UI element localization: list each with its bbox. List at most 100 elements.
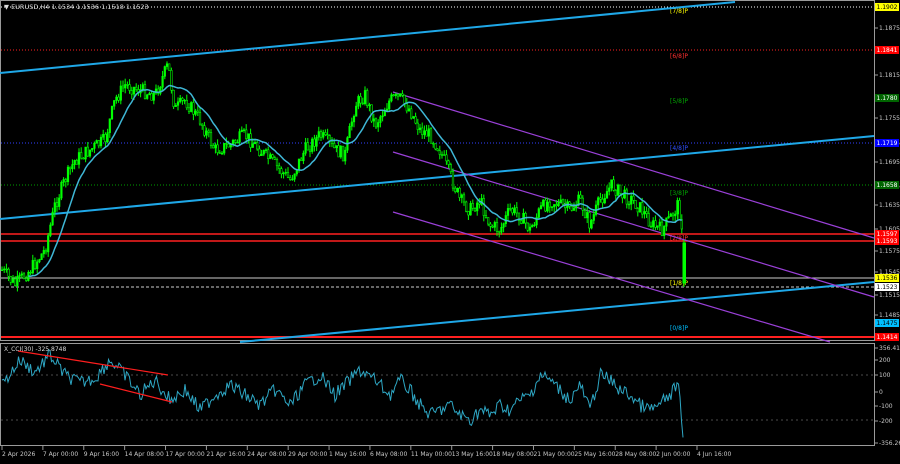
candle-body <box>658 221 661 227</box>
candle-body <box>572 207 576 211</box>
candle-body <box>603 197 606 204</box>
candle-body <box>36 261 39 270</box>
candle-body <box>456 187 459 192</box>
cci-tick-label: -200 <box>879 418 893 425</box>
candle-body <box>654 220 657 228</box>
candle-body <box>187 107 191 112</box>
candle-body <box>293 173 296 180</box>
candle-body <box>99 136 103 147</box>
candle-body <box>533 224 536 227</box>
candle-body <box>161 76 164 88</box>
candle-body <box>313 138 316 147</box>
candle-body <box>223 143 226 154</box>
candle-body <box>88 149 92 157</box>
candle-body <box>253 142 257 145</box>
candle-body <box>104 134 107 143</box>
candle-body <box>66 166 70 183</box>
candle-body <box>649 225 653 228</box>
indicator-header: X_CCI(30) -325.8748 <box>4 346 66 353</box>
candle-body <box>44 250 48 253</box>
candle-body <box>198 111 202 125</box>
candle-body <box>73 160 76 165</box>
candle-body <box>586 212 589 219</box>
time-label: 17 Apr 00:00 <box>166 451 205 458</box>
candle-body <box>366 90 369 107</box>
candle-body <box>462 194 466 203</box>
candle-body <box>671 213 675 217</box>
candle-body <box>97 140 100 147</box>
candle-body <box>242 129 246 132</box>
candle-body <box>143 84 147 99</box>
candle-body <box>192 102 195 115</box>
candle-body <box>484 215 488 218</box>
candle-body <box>295 169 298 175</box>
candle-body <box>599 197 602 200</box>
candle-body <box>381 115 384 118</box>
candle-body <box>113 100 116 107</box>
candle-body <box>632 195 635 201</box>
price-tag-label: 1.1841 <box>877 47 898 54</box>
murrey-label: [3/8]P <box>670 190 688 197</box>
price-tag-label: 1.1536 <box>877 275 898 282</box>
candle-body <box>638 202 642 213</box>
candle-body <box>619 184 622 194</box>
candle-body <box>247 133 250 139</box>
candle-body <box>608 187 611 192</box>
candle-body <box>469 203 472 216</box>
candle-body <box>269 154 272 159</box>
candle-body <box>330 140 334 144</box>
candle-body <box>625 189 628 205</box>
price-chart[interactable]: [7/8]P [6/8]P [5/8]P [4/8]P [3/8]P [2/8]… <box>0 0 900 460</box>
candle-body <box>280 168 283 175</box>
candle-body <box>93 142 96 149</box>
time-label: 14 Apr 08:00 <box>125 451 164 458</box>
candle-body <box>443 154 446 156</box>
candle-body <box>58 197 61 207</box>
candle-body <box>612 179 615 191</box>
candle-body <box>75 160 78 165</box>
candle-body <box>319 131 323 138</box>
candle-body <box>236 142 239 144</box>
candle-body <box>302 152 305 162</box>
candle-body <box>416 122 419 130</box>
candle-body <box>80 152 83 159</box>
candle-body <box>410 108 413 119</box>
price-tick-label: 1.1875 <box>879 25 900 32</box>
candle-body <box>71 164 74 170</box>
chart-window[interactable]: [7/8]P [6/8]P [5/8]P [4/8]P [3/8]P [2/8]… <box>0 0 900 460</box>
price-tag-label: 1.1475 <box>877 320 898 327</box>
candle-body <box>260 153 263 156</box>
cci-tick-label: 200 <box>879 357 891 364</box>
candle-body <box>355 105 358 117</box>
candle-body <box>407 108 411 112</box>
price-tag-label: 1.1902 <box>877 4 898 11</box>
candle-body <box>86 146 89 157</box>
candle-body <box>77 152 81 165</box>
candle-body <box>588 212 591 229</box>
candle-body <box>194 110 197 115</box>
candle-body <box>539 205 543 209</box>
candle-body <box>579 194 582 199</box>
candle-body <box>225 143 228 145</box>
candle-body <box>377 122 380 128</box>
candle-body <box>544 199 547 212</box>
candle-body <box>396 93 400 97</box>
candle-body <box>372 118 375 122</box>
candle-body <box>473 208 477 212</box>
candle-body <box>174 105 177 107</box>
candle-body <box>121 85 125 89</box>
price-tag-label: 1.1780 <box>877 95 898 102</box>
candle-body <box>130 90 133 95</box>
candle-body <box>467 211 470 216</box>
price-tag-label: 1.1658 <box>877 182 898 189</box>
candle-body <box>14 278 17 286</box>
candle-body <box>341 145 345 162</box>
candle-body <box>317 131 320 138</box>
candle-body <box>234 140 237 143</box>
time-label: 18 May 08:00 <box>493 451 534 458</box>
candle-body <box>344 149 347 162</box>
candle-body <box>520 220 523 224</box>
candle-body <box>238 131 241 143</box>
candle-body <box>434 143 437 150</box>
candle-body <box>132 86 136 95</box>
